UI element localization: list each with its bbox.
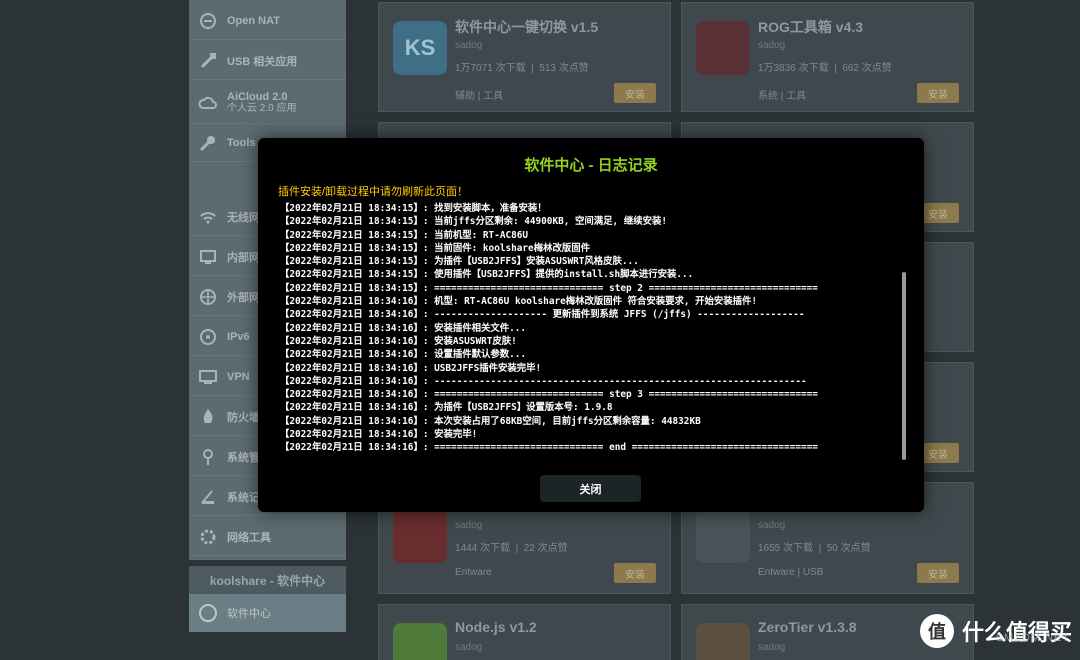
plugin-downloads: 1444 次下载	[455, 543, 511, 554]
sidebar-item-usb[interactable]: USB 相关应用	[189, 42, 346, 80]
plugin-stats: 1万3836 次下载 | 662 次点赞	[758, 63, 892, 74]
plugin-author: sadog	[758, 520, 786, 531]
plugin-author: sadog	[455, 40, 483, 51]
install-button[interactable]: 安装	[614, 83, 656, 103]
plugin-logo-icon	[393, 509, 447, 563]
plugin-author: sadog	[758, 642, 786, 653]
plugin-author: sadog	[758, 40, 786, 51]
vpn-icon	[197, 366, 219, 388]
sidebar-item-sublabel: 个人云 2.0 应用	[227, 102, 297, 114]
wrench-icon	[197, 132, 219, 154]
plugin-name: 软件中心一键切换 v1.5	[455, 19, 599, 35]
log-icon	[197, 486, 219, 508]
close-button[interactable]: 关闭	[540, 475, 641, 502]
log-line: 【2022年02月21日 18:34:16】: 机型: RT-AC86U koo…	[280, 296, 758, 308]
lan-icon	[197, 246, 219, 268]
sidebar-item-aicloud[interactable]: AiCloud 2.0 个人云 2.0 应用	[189, 82, 346, 124]
globe-icon	[197, 286, 219, 308]
install-button[interactable]: 安装	[917, 563, 959, 583]
plugin-likes: 662 次点赞	[842, 63, 892, 74]
plugin-name: ROG工具箱 v4.3	[758, 19, 864, 35]
install-button[interactable]: 安装	[917, 83, 959, 103]
sidebar-item-label: 软件中心	[227, 608, 271, 620]
sidebar-item-label: Open NAT	[227, 14, 280, 27]
plugin-author: sadog	[455, 642, 483, 653]
plugin-tags: Entware	[455, 567, 492, 578]
log-line: 【2022年02月21日 18:34:16】: 为插件【USB2JFFS】设置版…	[280, 402, 613, 414]
log-line: 【2022年02月21日 18:34:16】: 安装插件相关文件...	[280, 322, 527, 334]
dialog-warning: 插件安装/卸载过程中请勿刷新此页面！	[278, 186, 469, 198]
watermark-subtext: SMZDM.NET	[995, 632, 1070, 644]
log-line: 【2022年02月21日 18:34:16】: ================…	[280, 442, 818, 454]
ipv6-icon	[197, 326, 219, 348]
sidebar-item-label: USB 相关应用	[227, 55, 298, 68]
log-line: 【2022年02月21日 18:34:15】: 当前jffs分区剩余: 4490…	[280, 216, 667, 228]
sidebar-item-label: IPv6	[227, 330, 250, 343]
log-output[interactable]: 【2022年02月21日 18:34:15】: 找到安装脚本，准备安装！ 【202…	[280, 202, 900, 462]
log-line: 【2022年02月21日 18:34:15】: 当前固件: koolshare梅…	[280, 242, 590, 254]
log-line: 【2022年02月21日 18:34:16】: ----------------…	[280, 309, 805, 321]
log-line: 【2022年02月21日 18:34:16】: USB2JFFS插件安装完毕!	[280, 362, 542, 374]
plugin-downloads: 1万3836 次下载	[758, 63, 829, 74]
plugin-card: KS 软件中心一键切换 v1.5 sadog 1万7071 次下载 | 513 …	[378, 2, 671, 112]
log-line: 【2022年02月21日 18:34:15】: 使用插件【USB2JFFS】提供…	[280, 269, 694, 281]
plugin-logo-icon	[696, 509, 750, 563]
log-line: 【2022年02月21日 18:34:16】: 安装完毕!	[280, 429, 478, 441]
usb-icon	[197, 50, 219, 72]
log-line: 【2022年02月21日 18:34:15】: ================…	[280, 282, 818, 294]
log-scrollbar[interactable]	[902, 272, 906, 460]
plugin-downloads: 1655 次下载	[758, 543, 814, 554]
plugin-author: sadog	[455, 520, 483, 531]
sidebar-item-software-center[interactable]: 软件中心	[189, 594, 346, 632]
smzdm-logo-icon: 值	[919, 614, 954, 648]
gamepad-icon	[197, 10, 219, 32]
plugin-downloads: 1万7071 次下载	[455, 63, 526, 74]
sidebar-item-label: VPN	[227, 370, 250, 383]
wifi-icon	[197, 206, 219, 228]
nodejs-logo-icon	[393, 623, 447, 660]
software-center-section-title: koolshare - 软件中心	[189, 566, 346, 594]
zerotier-logo-icon	[696, 623, 750, 660]
install-button[interactable]: 安装	[614, 563, 656, 583]
plugin-likes: 22 次点赞	[523, 543, 568, 554]
dialog-title: 软件中心 - 日志记录	[524, 157, 658, 174]
plugin-logo: KS	[393, 21, 447, 75]
log-line: 【2022年02月21日 18:34:16】: 设置插件默认参数...	[280, 349, 527, 361]
log-line: 【2022年02月21日 18:34:16】: ----------------…	[280, 375, 807, 387]
sidebar-item-label: Tools	[227, 136, 256, 149]
software-center-icon	[197, 602, 219, 624]
log-line: 【2022年02月21日 18:34:15】: 当前机型: RT-AC86U	[280, 229, 529, 241]
plugin-tags: 系统 | 工具	[758, 91, 807, 102]
log-line: 【2022年02月21日 18:34:16】: ================…	[280, 389, 818, 401]
plugin-name: ZeroTier v1.3.8	[758, 619, 857, 635]
log-line: 【2022年02月21日 18:34:15】: 为插件【USB2JFFS】安装A…	[280, 256, 639, 268]
sidebar-item-network-tools[interactable]: 网络工具	[189, 518, 346, 556]
rog-logo-icon	[696, 21, 750, 75]
plugin-likes: 50 次点赞	[826, 543, 871, 554]
sidebar-item-label: 网络工具	[227, 531, 271, 544]
firewall-icon	[197, 406, 219, 428]
plugin-card: Node.js v1.2 sadog	[378, 604, 671, 660]
plugin-name: Node.js v1.2	[455, 619, 537, 635]
plugin-tags: Entware | USB	[758, 567, 824, 578]
log-line: 【2022年02月21日 18:34:15】: 找到安装脚本，准备安装！	[280, 203, 547, 214]
log-line: 【2022年02月21日 18:34:16】: 安装ASUSWRT皮肤!	[280, 335, 517, 347]
log-dialog: 软件中心 - 日志记录 插件安装/卸载过程中请勿刷新此页面！ 【2022年02月…	[258, 138, 924, 512]
plugin-stats: 1万7071 次下载 | 513 次点赞	[455, 63, 589, 74]
log-line: 【2022年02月21日 18:34:16】: 本次安装占用了68KB空间, 目…	[280, 415, 701, 427]
plugin-stats: 1444 次下载 | 22 次点赞	[455, 543, 568, 554]
cloud-icon	[197, 92, 219, 114]
plugin-stats: 1655 次下载 | 50 次点赞	[758, 543, 871, 554]
admin-icon	[197, 446, 219, 468]
sidebar-item-label: AiCloud 2.0	[227, 90, 288, 103]
sidebar-item-open-nat[interactable]: Open NAT	[189, 2, 346, 40]
tools-icon	[197, 526, 219, 548]
plugin-likes: 513 次点赞	[539, 63, 589, 74]
plugin-tags: 辅助 | 工具	[455, 91, 504, 102]
plugin-card: ROG工具箱 v4.3 sadog 1万3836 次下载 | 662 次点赞 系…	[681, 2, 974, 112]
sidebar-item-label: 防火墙	[227, 411, 260, 424]
